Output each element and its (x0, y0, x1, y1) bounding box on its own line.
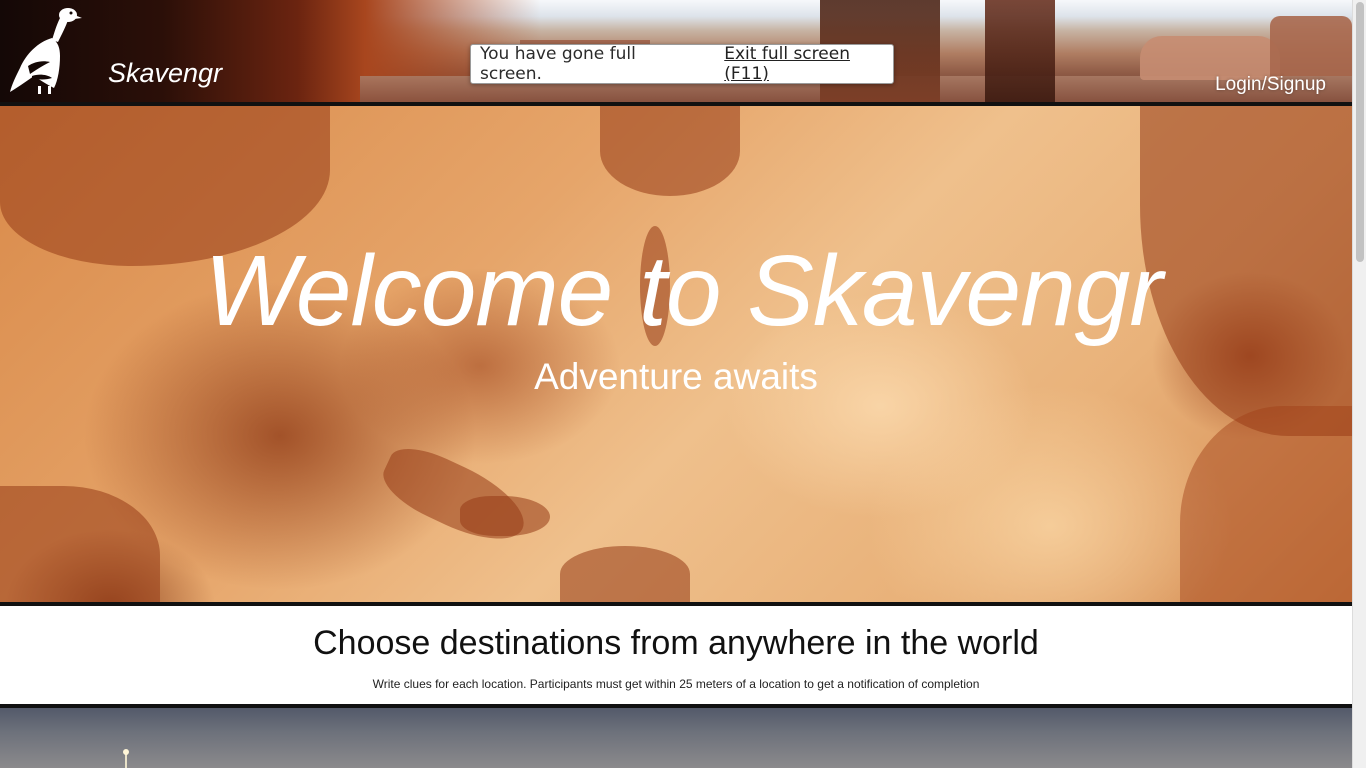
exit-fullscreen-link[interactable]: Exit full screen (F11) (724, 44, 893, 84)
map-landmass (600, 106, 740, 196)
brand-name[interactable]: Skavengr (108, 58, 222, 89)
fullscreen-notice: You have gone full screen. Exit full scr… (470, 44, 894, 84)
next-section-image (0, 708, 1352, 768)
hero-title: Welcome to Skavengr (204, 235, 1162, 347)
tower-light-detail (123, 749, 129, 755)
fullscreen-message: You have gone full screen. (480, 44, 636, 84)
hero-banner: Welcome to Skavengr Adventure awaits (0, 106, 1352, 602)
map-landmass (460, 496, 550, 536)
section-heading: Choose destinations from anywhere in the… (313, 624, 1039, 662)
login-signup-link[interactable]: Login/Signup (1215, 74, 1326, 96)
map-landmass (0, 486, 160, 602)
page-scrollbar[interactable] (1352, 0, 1366, 768)
scrollbar-thumb[interactable] (1356, 2, 1364, 262)
map-landmass (1180, 406, 1352, 602)
section-description: Write clues for each location. Participa… (372, 677, 980, 691)
map-landmass (560, 546, 690, 602)
hero-subtitle: Adventure awaits (534, 356, 818, 397)
destinations-section: Choose destinations from anywhere in the… (0, 606, 1352, 704)
header-background-rock (985, 0, 1055, 102)
header-background-rock (1270, 16, 1352, 76)
vulture-icon[interactable] (8, 4, 84, 96)
